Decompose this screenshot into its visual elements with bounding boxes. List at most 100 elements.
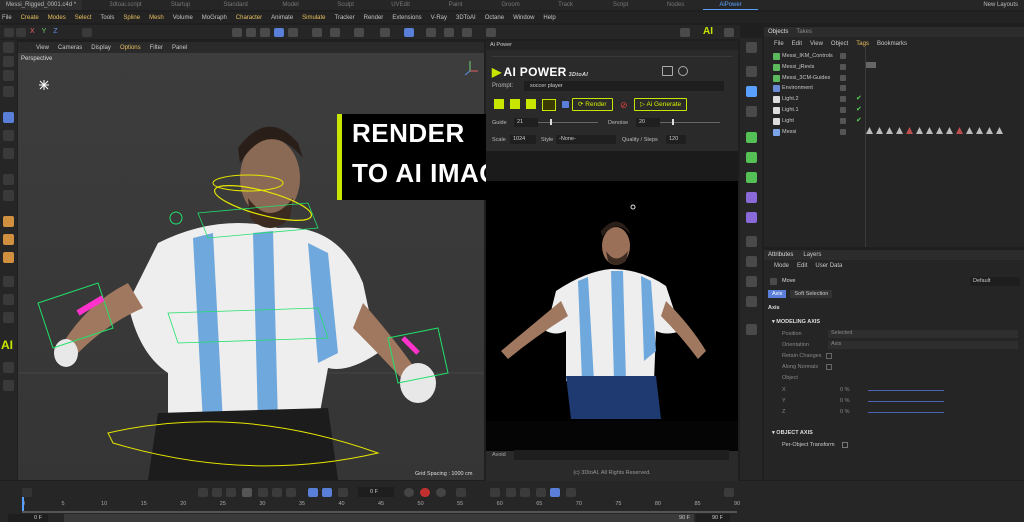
record-icon[interactable]: [404, 488, 414, 497]
tab-objects[interactable]: Objects: [768, 29, 788, 35]
menu-create[interactable]: Create: [21, 15, 39, 21]
timeline-range-bar[interactable]: [64, 514, 694, 522]
tag-icon[interactable]: [896, 127, 903, 134]
settings-gear-icon[interactable]: [678, 66, 688, 76]
enabled-check-icon[interactable]: ✔: [856, 116, 862, 127]
x-slider[interactable]: [868, 390, 944, 391]
spline-pen-icon[interactable]: [3, 294, 14, 305]
tab-layers[interactable]: Layers: [803, 252, 821, 258]
light-object-icon[interactable]: [746, 276, 757, 287]
menu-spline[interactable]: Spline: [123, 15, 140, 21]
x-value[interactable]: 0 %: [840, 387, 849, 393]
position-select[interactable]: Selected: [828, 330, 1018, 338]
menu-v-ray[interactable]: V-Ray: [431, 15, 447, 21]
uv-mode-icon[interactable]: [288, 28, 298, 37]
menu-animate[interactable]: Animate: [271, 15, 293, 21]
layout-tab-sculpt[interactable]: Sculpt: [318, 0, 373, 10]
paint-weights-icon[interactable]: [3, 234, 14, 245]
orientation-select[interactable]: Axis: [828, 341, 1018, 349]
y-slider[interactable]: [868, 401, 944, 402]
tag-icon[interactable]: [946, 127, 953, 134]
scene-icon[interactable]: [746, 296, 757, 307]
menu-octane[interactable]: Octane: [485, 15, 504, 21]
layout-tab-startup[interactable]: Startup: [153, 0, 208, 10]
prompt-input[interactable]: soccer player: [524, 81, 724, 91]
solo-icon[interactable]: [426, 28, 436, 37]
visibility-icon[interactable]: [840, 117, 846, 124]
menu-render[interactable]: Render: [364, 15, 384, 21]
grid-snap-icon[interactable]: [404, 28, 414, 37]
guide-slider[interactable]: [538, 122, 598, 123]
scale-key-icon[interactable]: [520, 488, 530, 497]
goto-start-icon[interactable]: [198, 488, 208, 497]
visibility-icon[interactable]: [840, 107, 846, 113]
denoise-input[interactable]: 20: [636, 118, 660, 127]
workplane-icon[interactable]: [380, 28, 390, 37]
visibility-icon[interactable]: [840, 74, 846, 81]
film-icon[interactable]: [542, 99, 556, 111]
prev-key-icon[interactable]: [212, 488, 222, 497]
layout-tab-standard[interactable]: Standard: [208, 0, 263, 10]
next-frame-icon[interactable]: [258, 488, 268, 497]
menu-extensions[interactable]: Extensions: [392, 15, 421, 21]
timeline-ruler[interactable]: 051015202530354045505560657075808590: [22, 501, 742, 511]
redo-icon[interactable]: [16, 28, 26, 37]
guide-slider-handle[interactable]: [550, 119, 552, 125]
per-object-checkbox[interactable]: [842, 442, 848, 448]
keyframe-icon[interactable]: [436, 488, 446, 497]
avoid-input[interactable]: [514, 450, 729, 460]
current-frame-input[interactable]: 0 F: [358, 487, 394, 497]
timeline-expand-icon[interactable]: [724, 488, 734, 497]
polygon-mode-icon[interactable]: [274, 28, 284, 37]
transform-icon[interactable]: [3, 174, 14, 185]
visibility-icon[interactable]: [840, 128, 846, 135]
z-value[interactable]: 0 %: [840, 409, 849, 415]
object-row[interactable]: Environment: [764, 83, 1024, 94]
viewport-menu-panel[interactable]: Panel: [172, 45, 187, 51]
z-slider[interactable]: [868, 412, 944, 413]
picture-icon[interactable]: [510, 99, 520, 109]
tag-icon[interactable]: [976, 127, 983, 134]
tag-icon[interactable]: [916, 127, 923, 134]
fullscreen-icon[interactable]: [486, 28, 496, 37]
live-select-icon[interactable]: [3, 56, 14, 67]
undo-icon[interactable]: [4, 28, 14, 37]
joint-tool-icon[interactable]: [3, 216, 14, 227]
visibility-icon[interactable]: [840, 63, 846, 70]
prev-frame-icon[interactable]: [226, 488, 236, 497]
start-frame-input[interactable]: 0 F: [8, 514, 48, 522]
viewport-menu-options[interactable]: Options: [120, 45, 141, 51]
tag-icon[interactable]: [866, 62, 876, 68]
object-row[interactable]: Light.2 ✔: [764, 94, 1024, 105]
point-mode-icon[interactable]: [246, 28, 256, 37]
coordinate-system-icon[interactable]: [82, 28, 92, 37]
key-mode-icon[interactable]: [456, 488, 466, 497]
clapper-icon[interactable]: [526, 99, 536, 109]
attr-menu-mode[interactable]: Mode: [774, 263, 789, 269]
document-tab[interactable]: Messi_Rigged_0001.c4d *: [0, 0, 83, 10]
tag-icon[interactable]: [956, 127, 963, 134]
cloner-icon[interactable]: [746, 152, 757, 163]
field-icon[interactable]: [746, 212, 757, 223]
edge-mode-icon[interactable]: [260, 28, 270, 37]
object-row[interactable]: Messi_IKM_Controls: [764, 51, 1024, 62]
enabled-check-icon[interactable]: ✔: [856, 105, 862, 116]
menu-tools[interactable]: Tools: [100, 15, 114, 21]
denoise-slider[interactable]: [660, 122, 720, 123]
tag-icon[interactable]: [866, 127, 873, 134]
cube-icon[interactable]: [746, 86, 757, 97]
objects-menu-object[interactable]: Object: [831, 41, 848, 47]
object-row[interactable]: Messi_3CM-Guides: [764, 73, 1024, 84]
layout-tab-aipower[interactable]: AiPower: [703, 0, 759, 10]
menu-3dtoai[interactable]: 3DToAI: [456, 15, 476, 21]
layout-tab-nodes[interactable]: Nodes: [648, 0, 703, 10]
axis-z-toggle[interactable]: Z: [53, 28, 57, 37]
snap-icon[interactable]: [354, 28, 364, 37]
object-axis-header[interactable]: ▾ OBJECT AXIS: [772, 430, 813, 436]
y-value[interactable]: 0 %: [840, 398, 849, 404]
image-icon[interactable]: [662, 66, 673, 76]
tab-takes[interactable]: Takes: [796, 29, 812, 35]
param-key-icon[interactable]: [536, 488, 546, 497]
render-region-icon[interactable]: [312, 28, 322, 37]
object-row[interactable]: Light.1 ✔: [764, 105, 1024, 116]
